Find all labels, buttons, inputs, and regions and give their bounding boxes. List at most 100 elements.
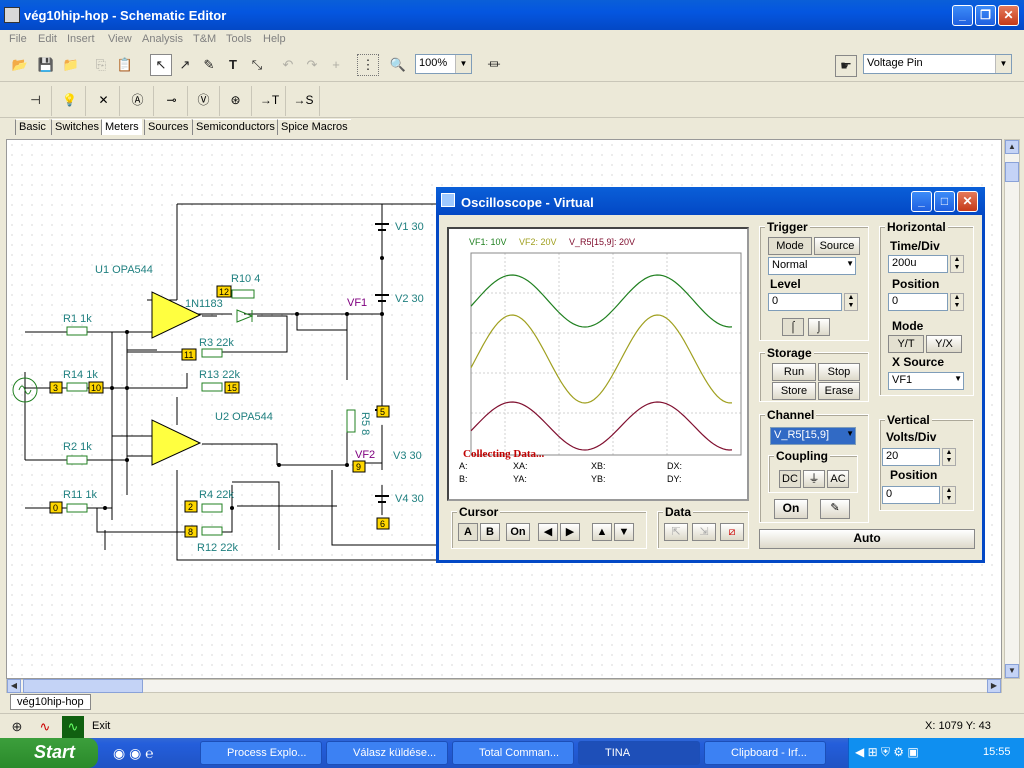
horizontal-scrollbar[interactable]: ◀ ▶ (6, 679, 1002, 693)
cursor-up-icon[interactable]: ▲ (592, 523, 612, 541)
pen-icon[interactable]: ✎ (820, 499, 850, 519)
trigger-mode-button[interactable]: Mode (768, 237, 812, 255)
menu-help[interactable]: Help (263, 33, 286, 45)
menu-file[interactable]: File (9, 33, 27, 45)
v-position-input[interactable]: 0 (882, 486, 940, 504)
pencil-icon[interactable]: ✎ (198, 54, 220, 76)
hscroll-thumb[interactable] (23, 679, 143, 693)
scroll-up-icon[interactable]: ▲ (1005, 140, 1019, 154)
minimize-button[interactable]: _ (952, 5, 973, 26)
trigger-mode-select[interactable]: Normal ▼ (768, 257, 856, 275)
select-arrow-icon[interactable]: ↖ (150, 54, 172, 76)
task-clipboard[interactable]: Clipboard - Irf... (704, 741, 826, 765)
fuse-icon[interactable]: ✕ (88, 86, 120, 116)
tab-sources[interactable]: Sources (144, 119, 192, 135)
tab-semiconductors[interactable]: Semiconductors (192, 119, 278, 135)
tab-basic[interactable]: Basic (15, 119, 49, 135)
paste-icon[interactable]: 📋 (114, 54, 136, 76)
voltmeter-icon[interactable]: Ⓥ (188, 86, 220, 116)
data-export-icon[interactable]: ⇲ (692, 523, 716, 541)
arrow-s-icon[interactable]: →S (288, 86, 320, 116)
scope-maximize-button[interactable]: □ (934, 191, 955, 212)
cursor-left-icon[interactable]: ◀ (538, 523, 558, 541)
trigger-source-button[interactable]: Source (814, 237, 860, 255)
level-input[interactable]: 0 (768, 293, 842, 311)
channel-select[interactable]: V_R5[15,9] ▼ (770, 427, 856, 445)
scope-close-button[interactable]: ✕ (957, 191, 978, 212)
ground-icon[interactable]: ⏚ (803, 470, 825, 488)
cursor-b-button[interactable]: B (480, 523, 500, 541)
close-button[interactable]: ✕ (998, 5, 1019, 26)
h-position-input[interactable]: 0 (888, 293, 948, 311)
channel-on-button[interactable]: On (774, 499, 808, 519)
time-div-spinner[interactable]: ▲ ▼ (950, 255, 964, 273)
copy-icon[interactable]: ⎘ (90, 54, 112, 76)
volts-div-spinner[interactable]: ▲ ▼ (942, 448, 956, 466)
switch-icon[interactable]: ⊣ (20, 86, 52, 116)
meter-icon[interactable]: ⊛ (220, 86, 252, 116)
yx-button[interactable]: Y/X (926, 335, 962, 353)
tab-spice-macros[interactable]: Spice Macros (277, 119, 351, 135)
cursor-down-icon[interactable]: ▼ (614, 523, 634, 541)
volts-div-input[interactable]: 20 (882, 448, 940, 466)
zoom-icon[interactable]: 🔍 (387, 54, 409, 76)
cursor-a-button[interactable]: A (458, 523, 478, 541)
menu-tm[interactable]: T&M (193, 33, 216, 45)
h-position-spinner[interactable]: ▲ ▼ (950, 293, 964, 311)
run-button[interactable]: Run (772, 363, 816, 381)
start-button[interactable]: Start (0, 738, 98, 768)
document-tab[interactable]: vég10hip-hop (10, 694, 91, 710)
add-wire-icon[interactable]: ⤡ (246, 54, 268, 76)
zoom-select[interactable]: 100% ▼ (415, 54, 472, 74)
tray-icons[interactable]: ◀ ⊞ ⛨ ⚙ ▣ (855, 745, 919, 760)
arrow-t-icon[interactable]: →T (254, 86, 286, 116)
menu-tools[interactable]: Tools (226, 33, 252, 45)
falling-edge-icon[interactable]: ⌡ (808, 318, 830, 336)
task-valasz[interactable]: Válasz küldése... (326, 741, 448, 765)
task-total-commander[interactable]: Total Comman... (452, 741, 574, 765)
tab-switches[interactable]: Switches (51, 119, 103, 135)
open-icon[interactable]: 📁 (60, 54, 82, 76)
scroll-left-icon[interactable]: ◀ (7, 679, 21, 693)
probe-icon[interactable]: ⊕ (6, 716, 28, 738)
analysis-icon[interactable]: ∿ (34, 716, 56, 738)
redo-icon[interactable]: ↷ (301, 54, 323, 76)
pin-tool-icon[interactable]: ☛ (835, 55, 857, 77)
task-tina[interactable]: TINA (578, 741, 700, 765)
ammeter-icon[interactable]: Ⓐ (122, 86, 154, 116)
wire-select-icon[interactable]: ↗ (174, 54, 196, 76)
time-div-input[interactable]: 200u (888, 255, 948, 273)
scroll-down-icon[interactable]: ▼ (1005, 664, 1019, 678)
menu-view[interactable]: View (108, 33, 132, 45)
scope-minimize-button[interactable]: _ (911, 191, 932, 212)
text-tool-icon[interactable]: T (222, 54, 244, 76)
vertical-scrollbar[interactable]: ▲ ▼ (1004, 139, 1020, 679)
stop-button[interactable]: Stop (818, 363, 860, 381)
resistor-tool-icon[interactable]: ⏛ (483, 54, 505, 76)
auto-button[interactable]: Auto (759, 529, 975, 549)
exit-label[interactable]: Exit (92, 720, 110, 732)
cursor-right-icon[interactable]: ▶ (560, 523, 580, 541)
app-icon[interactable] (4, 7, 20, 23)
menu-analysis[interactable]: Analysis (142, 33, 183, 45)
save-icon[interactable]: 💾 (35, 54, 57, 76)
undo-icon[interactable]: ↶ (277, 54, 299, 76)
task-process-explorer[interactable]: Process Explo... (200, 741, 322, 765)
scroll-thumb[interactable] (1005, 162, 1019, 182)
quicklaunch-icon[interactable]: ◉ ◉ ℮ (113, 745, 154, 762)
data-import-icon[interactable]: ⇱ (664, 523, 688, 541)
lamp-icon[interactable]: 💡 (54, 86, 86, 116)
scroll-right-icon[interactable]: ▶ (987, 679, 1001, 693)
resistor-icon[interactable]: ⊸ (156, 86, 188, 116)
cross-icon[interactable]: + (325, 54, 347, 76)
v-position-spinner[interactable]: ▲ ▼ (942, 486, 956, 504)
rising-edge-icon[interactable]: ⌠ (782, 318, 804, 336)
data-clear-icon[interactable]: ⧄ (720, 523, 744, 541)
menu-edit[interactable]: Edit (38, 33, 57, 45)
erase-button[interactable]: Erase (818, 382, 860, 400)
level-spinner[interactable]: ▲ ▼ (844, 293, 858, 311)
tab-meters[interactable]: Meters (101, 119, 142, 135)
grid-icon[interactable]: ⋮ (357, 54, 379, 76)
dc-button[interactable]: DC (779, 470, 801, 488)
menu-insert[interactable]: Insert (67, 33, 95, 45)
